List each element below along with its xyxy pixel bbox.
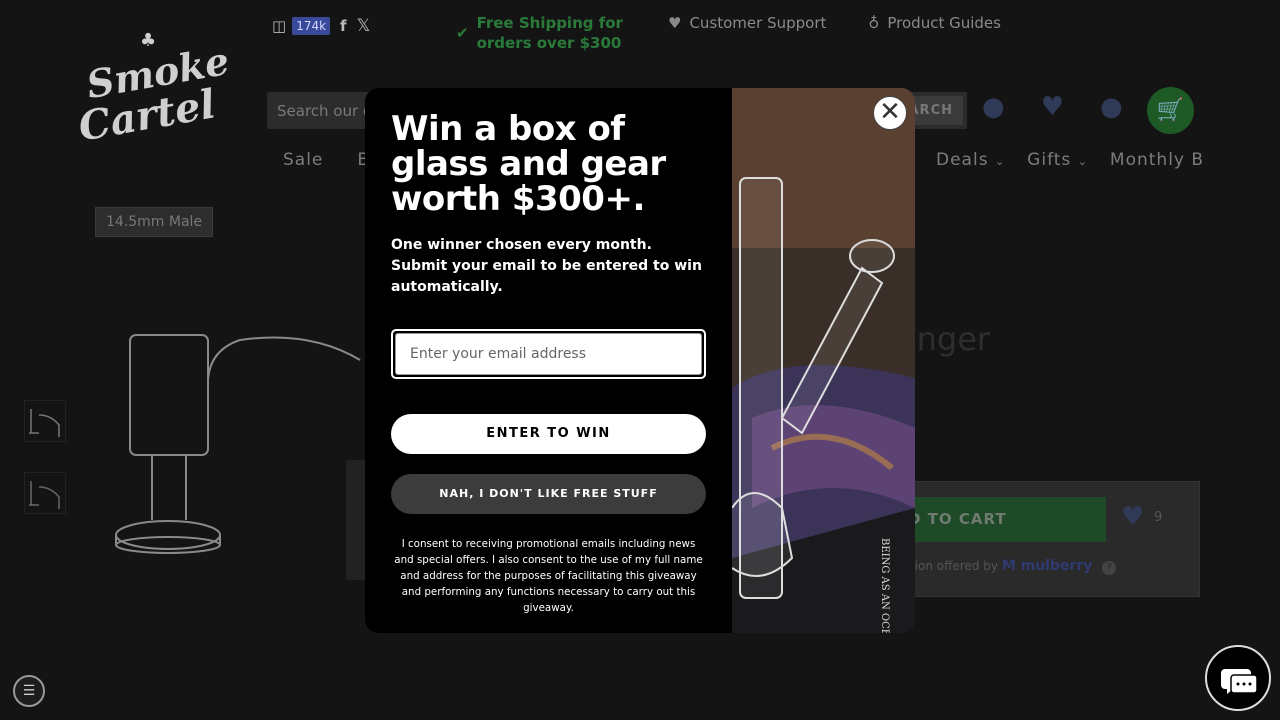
checkmark-icon: ✔ [456, 24, 469, 42]
product-image [115, 334, 370, 580]
enter-to-win-button[interactable]: ENTER TO WIN [391, 414, 706, 454]
leaf-icon: ♣ [140, 30, 157, 51]
product-thumbnail[interactable] [24, 400, 66, 442]
chevron-down-icon: ⌄ [994, 155, 1006, 168]
decline-button[interactable]: NAH, I DON'T LIKE FREE STUFF [391, 474, 706, 514]
wishlist-heart-icon[interactable]: ♥ [1121, 502, 1144, 532]
sliders-icon: ☰ [22, 683, 36, 699]
email-field[interactable] [395, 333, 702, 375]
accessibility-button[interactable]: ☰ [13, 675, 45, 707]
lightbulb-icon: ♁ [868, 14, 880, 32]
nav-item-sale[interactable]: Sale [283, 150, 323, 170]
search-input[interactable]: Search our o [277, 102, 372, 120]
heart-icon: ♥ [668, 14, 682, 32]
site-logo[interactable]: ♣ Smoke Cartel [75, 30, 232, 155]
nav-item-gifts[interactable]: Gifts ⌄ [1027, 150, 1088, 170]
nav-gifts-label: Gifts [1027, 150, 1072, 170]
x-twitter-icon[interactable]: 𝕏 [357, 16, 371, 36]
close-icon: ✕ [879, 97, 901, 127]
consent-text: I consent to receiving promotional email… [394, 538, 703, 614]
image-caption: BEING AS AN OCEA [879, 538, 890, 633]
modal-subtext: One winner chosen every month. Submit yo… [391, 237, 702, 295]
chevron-down-icon: ⌄ [1077, 155, 1088, 168]
wishlist-icon[interactable]: ♥ [1041, 92, 1064, 122]
close-button[interactable]: ✕ [873, 96, 907, 130]
account-icon[interactable]: ● [982, 92, 1005, 122]
chat-icon [1221, 669, 1258, 694]
live-chat-button[interactable] [1205, 645, 1271, 711]
nav-deals-label: Deals [936, 150, 989, 170]
modal-headline: Win a box of glass and gear worth $300+. [391, 109, 666, 219]
modal-image: BEING AS AN OCEA ✕ [732, 88, 915, 633]
instagram-icon[interactable]: ◫ [272, 17, 286, 35]
social-links: ◫ 174k f 𝕏 [272, 16, 370, 36]
email-field-wrapper [391, 329, 706, 379]
product-guides-link[interactable]: ♁ Product Guides [868, 13, 1001, 33]
header-icons: ● ♥ ● [982, 92, 1123, 122]
customer-support-label: Customer Support [689, 14, 827, 32]
cart-button[interactable]: 🛒 [1147, 87, 1194, 134]
mulberry-logo: Ⅿ mulberry [1001, 558, 1093, 574]
help-icon[interactable]: ? [1102, 561, 1117, 575]
modal-content: Win a box of glass and gear worth $300+.… [365, 88, 732, 633]
nav-item-deals[interactable]: Deals ⌄ [936, 150, 1005, 170]
giveaway-modal: Win a box of glass and gear worth $300+.… [365, 88, 915, 633]
nav-item-monthly[interactable]: Monthly B [1110, 150, 1204, 170]
product-thumbnail[interactable] [24, 472, 66, 514]
main-nav-right: Deals ⌄ Gifts ⌄ Monthly B [936, 150, 1204, 170]
mulberry-brand: mulberry [1020, 558, 1093, 574]
facebook-icon[interactable]: f [340, 17, 347, 35]
chat-bubble-icon[interactable]: ● [1100, 92, 1123, 122]
customer-support-link[interactable]: ♥ Customer Support [668, 13, 826, 33]
social-follower-count: 174k [292, 17, 331, 35]
bong-photo: BEING AS AN OCEA [732, 88, 915, 633]
wishlist-count: 9 [1154, 510, 1163, 525]
protection-notice: ection offered by Ⅿ mulberry ? [896, 558, 1117, 575]
product-option-tag[interactable]: 14.5mm Male [95, 207, 214, 237]
add-to-cart-button[interactable]: D TO CART [896, 497, 1106, 542]
cart-icon: 🛒 [1156, 98, 1185, 123]
add-to-cart-panel: D TO CART ♥ 9 ection offered by Ⅿ mulber… [895, 481, 1200, 597]
free-shipping-text: Free Shipping for orders over $300 [476, 14, 623, 52]
product-guides-label: Product Guides [887, 14, 1001, 32]
top-info-bar: ✔ Free Shipping for orders over $300 ♥ C… [456, 13, 1001, 53]
product-thumbnails [24, 400, 66, 544]
free-shipping-notice: ✔ Free Shipping for orders over $300 [456, 13, 626, 53]
